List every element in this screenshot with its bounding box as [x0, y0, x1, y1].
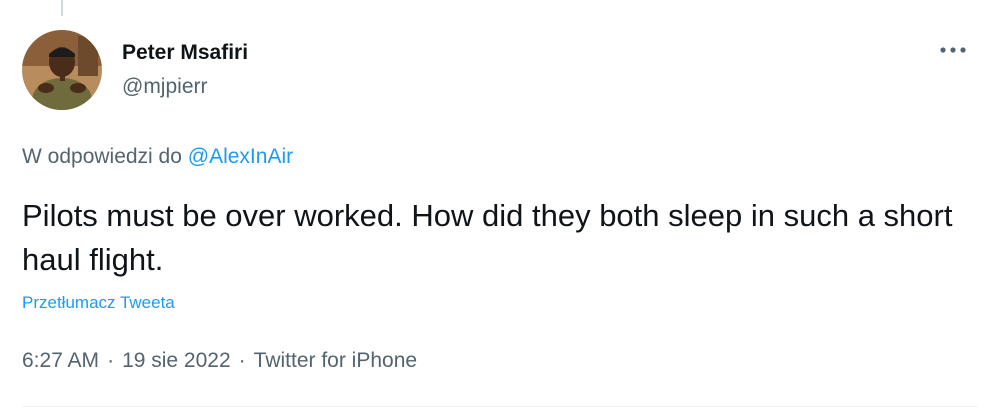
- tweet-text: Pilots must be over worked. How did they…: [22, 198, 953, 277]
- more-horizontal-icon: [940, 47, 966, 53]
- reply-mention-link[interactable]: @AlexInAir: [188, 145, 293, 168]
- tweet-metadata: 6:27 AM · 19 sie 2022 · Twitter for iPhone: [22, 349, 417, 373]
- author-display-name[interactable]: Peter Msafiri: [122, 40, 248, 66]
- avatar-photo: [22, 30, 102, 110]
- tweet-date[interactable]: 19 sie 2022: [122, 349, 231, 372]
- thread-connector-line: [61, 0, 63, 16]
- author-handle[interactable]: @mjpierr: [122, 74, 248, 100]
- tweet-source[interactable]: Twitter for iPhone: [254, 349, 417, 372]
- more-options-button[interactable]: [938, 38, 968, 62]
- divider: [22, 406, 978, 407]
- meta-separator: ·: [107, 349, 115, 372]
- meta-separator: ·: [238, 349, 246, 372]
- tweet-time[interactable]: 6:27 AM: [22, 349, 99, 372]
- translate-tweet-link[interactable]: Przetłumacz Tweeta: [22, 293, 175, 313]
- tweet-header: Peter Msafiri @mjpierr: [22, 30, 978, 112]
- avatar[interactable]: [22, 30, 102, 110]
- reply-prefix: W odpowiedzi do: [22, 145, 182, 168]
- author-names: Peter Msafiri @mjpierr: [122, 40, 248, 100]
- reply-context: W odpowiedzi do @AlexInAir: [22, 145, 293, 169]
